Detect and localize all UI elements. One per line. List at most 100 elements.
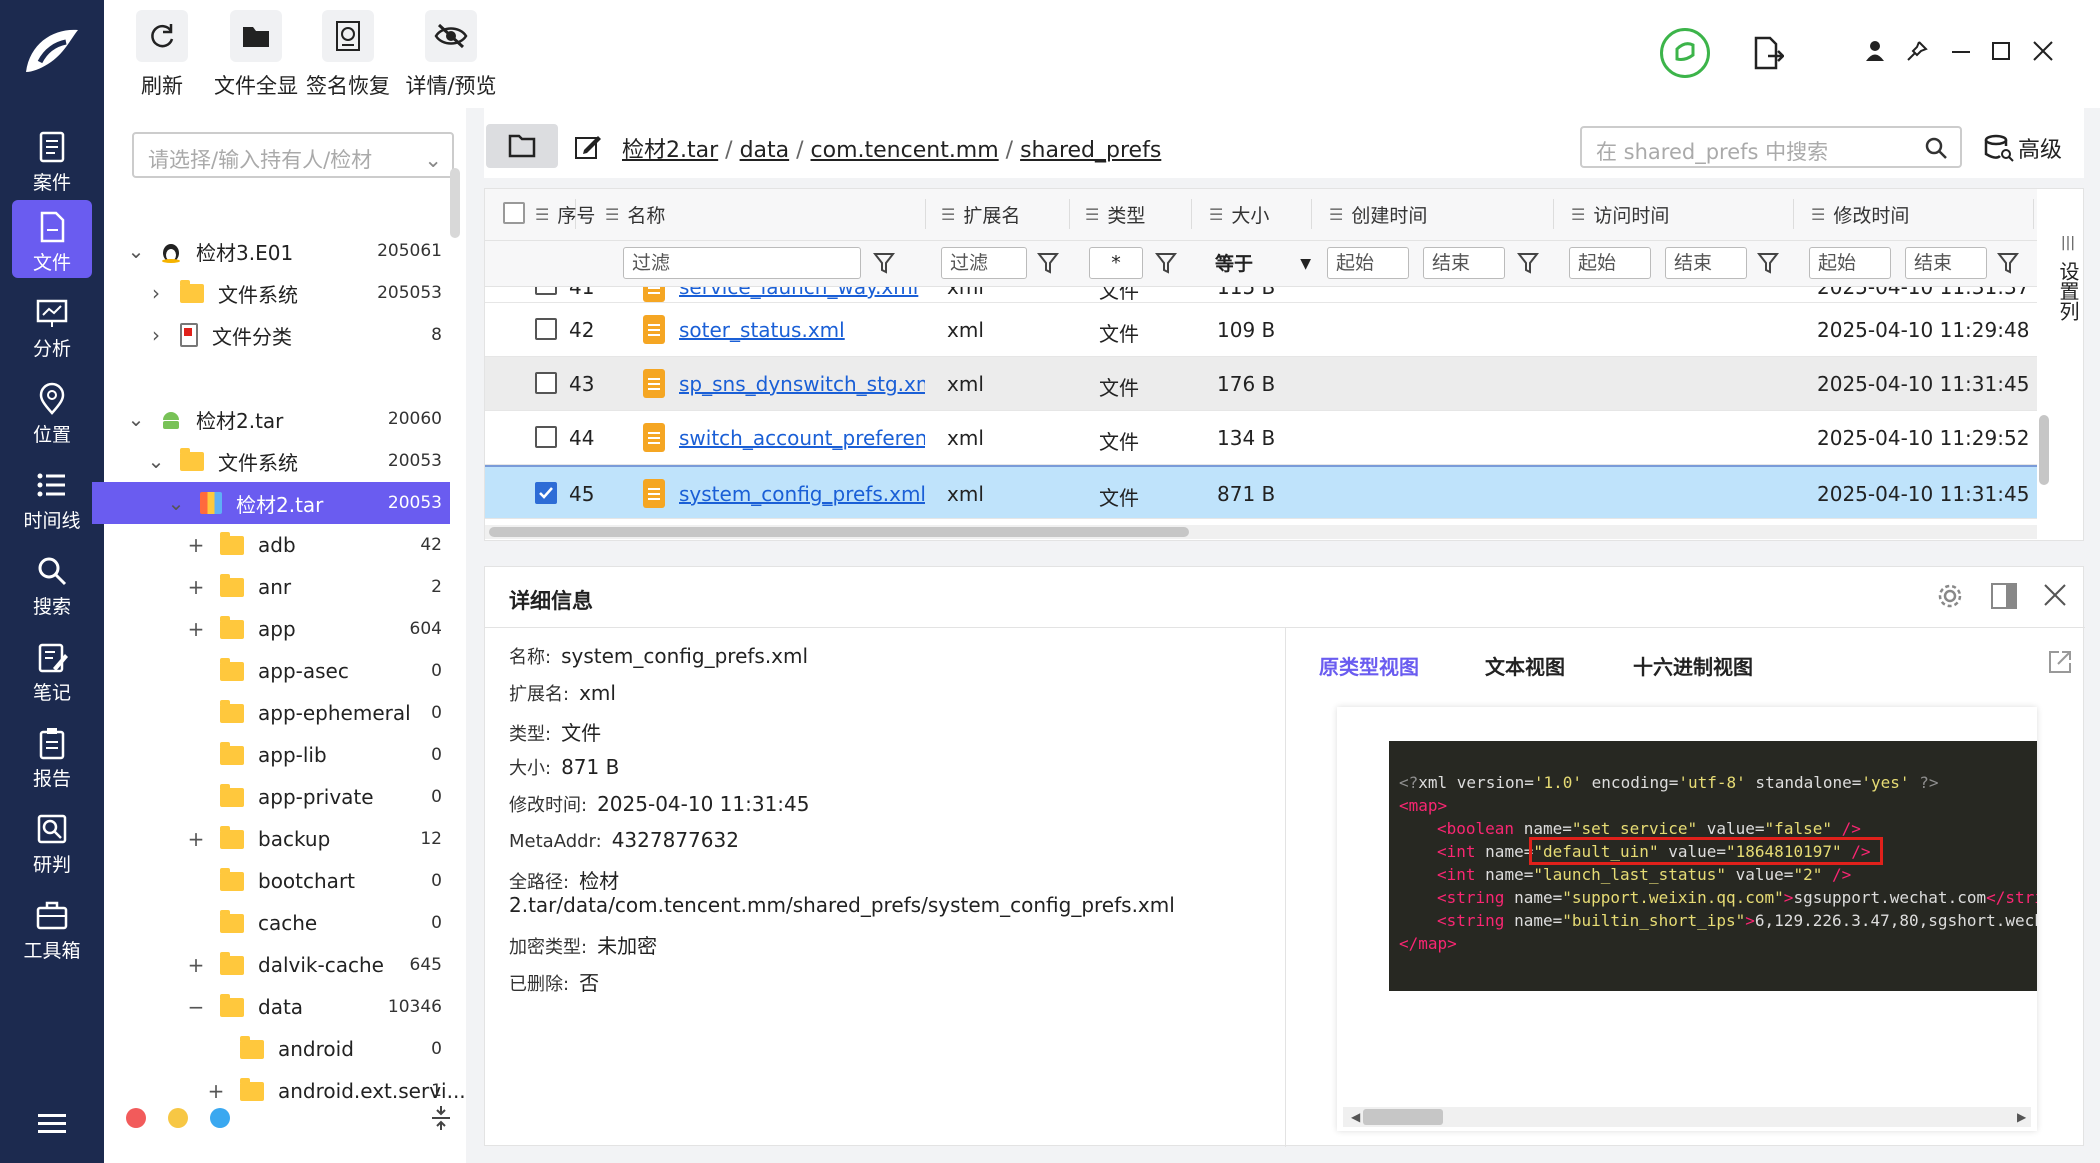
column-filter-input[interactable]: * [1089,247,1143,279]
row-filename[interactable]: soter_status.xml [679,318,925,342]
grid-hscroll-thumb[interactable] [489,527,1189,537]
nav-item-file[interactable]: 文件 [12,200,92,278]
column-divider[interactable] [1311,199,1312,229]
column-filter-input[interactable]: 起始 [1809,247,1891,279]
tree-node[interactable]: + app 604 [104,608,450,650]
filter-funnel-icon[interactable] [1155,251,1177,275]
tree-node[interactable]: › 文件分类 8 [104,314,450,356]
column-header-mtime[interactable]: ☰ 修改时间 [1811,189,1909,239]
row-checkbox[interactable] [535,287,557,295]
breadcrumb-segment[interactable]: data [740,138,790,163]
grid-vscroll-thumb[interactable] [2039,415,2049,485]
row-filename[interactable]: service_launch_way.xml [679,287,918,299]
close-panel-icon[interactable] [2043,583,2067,607]
tree-node[interactable]: − data 10346 [104,986,450,1028]
tree-node[interactable]: ⌄ 检材2.tar 20060 [104,398,450,440]
table-row[interactable]: 41 service_launch_way.xml xml 文件 115 B 2… [485,287,2037,303]
row-checkbox[interactable] [535,318,557,340]
column-divider[interactable] [1069,199,1070,229]
expand-plus-icon[interactable]: + [184,533,208,557]
column-header-size[interactable]: ☰ 大小 [1209,189,1269,239]
column-filter-input[interactable]: 结束 [1665,247,1747,279]
table-row[interactable]: 45 system_config_prefs.xml xml 文件 871 B 2025-… [485,465,2037,519]
chevron-down-icon[interactable]: ⌄ [164,491,188,515]
filter-funnel-icon[interactable] [1997,251,2019,275]
nav-item-notes[interactable]: 笔记 [12,630,92,708]
tab-text-view[interactable]: 文本视图 [1485,651,1565,680]
yellow-dot-icon[interactable] [168,1108,188,1128]
tree-node[interactable]: ⌄ 检材3.E01 205061 [104,230,450,272]
filter-funnel-icon[interactable] [1757,251,1779,275]
table-row[interactable]: 43 sp_sns_dynswitch_stg.xml xml 文件 176 B 2025… [485,357,2037,411]
preview-hscroll-thumb[interactable] [1363,1109,1443,1125]
filter-funnel-icon[interactable] [1517,251,1539,275]
column-header-atime[interactable]: ☰ 访问时间 [1571,189,1669,239]
select-all-checkbox[interactable] [503,202,525,224]
filter-funnel-icon[interactable] [873,251,895,275]
maximize-icon[interactable] [1992,42,2010,60]
tree-node[interactable]: android 0 [104,1028,450,1070]
column-filter-input[interactable]: 过滤 [941,247,1027,279]
tree-node[interactable]: cache 0 [104,902,450,944]
column-divider[interactable] [1793,199,1794,229]
open-external-icon[interactable] [2047,649,2073,675]
column-filter-input[interactable]: 过滤 [623,247,861,279]
tab-hex-view[interactable]: 十六进制视图 [1633,651,1753,680]
expand-plus-icon[interactable]: + [184,953,208,977]
tree-node[interactable]: + backup 12 [104,818,450,860]
split-view-icon[interactable] [1991,583,2017,609]
row-checkbox[interactable] [535,482,557,504]
nav-item-toolbox[interactable]: 工具箱 [12,888,92,966]
column-divider[interactable] [2033,199,2034,229]
column-header-type[interactable]: ☰ 类型 [1085,189,1145,239]
tree-node[interactable]: app-private 0 [104,776,450,818]
column-header-ext[interactable]: ☰ 扩展名 [941,189,1020,239]
chevron-down-icon[interactable]: ⌄ [144,449,168,473]
tree-node[interactable]: + adb 42 [104,524,450,566]
nav-item-judge[interactable]: 研判 [12,802,92,880]
tree-node[interactable]: ⌄ 文件系统 20053 [104,440,450,482]
close-window-icon[interactable] [2032,40,2054,62]
nav-item-location[interactable]: 位置 [12,372,92,450]
collapse-minus-icon[interactable]: − [184,995,208,1019]
row-filename[interactable]: system_config_prefs.xml [679,482,925,506]
detail-preview-button[interactable]: 详情/预览 [396,10,506,100]
chevron-down-icon[interactable]: ⌄ [124,407,148,431]
show-all-files-button[interactable]: 文件全显 [210,10,302,100]
pin-icon[interactable] [1906,40,1928,62]
settings-columns-button[interactable]: ||| 设置列 [2053,229,2083,529]
nav-item-case[interactable]: 案件 [12,120,92,198]
row-filename[interactable]: switch_account_preferences.xml [679,426,925,450]
tree-node[interactable]: + anr 2 [104,566,450,608]
column-divider[interactable] [1553,199,1554,229]
expand-plus-icon[interactable]: + [204,1079,228,1103]
tree-node[interactable]: app-asec 0 [104,650,450,692]
nav-item-report[interactable]: 报告 [12,716,92,794]
nav-item-analysis[interactable]: 分析 [12,286,92,364]
chevron-right-icon[interactable]: › [144,281,168,305]
chevron-right-icon[interactable]: › [144,323,168,347]
refresh-button[interactable]: 刷新 [116,10,208,100]
open-folder-button[interactable] [486,124,558,168]
column-header-ctime[interactable]: ☰ 创建时间 [1329,189,1427,239]
gear-icon[interactable] [1937,583,1963,609]
nav-item-search[interactable]: 搜索 [12,544,92,622]
tree-node[interactable]: ⌄ 检材2.tar 20053 [92,482,450,524]
expand-plus-icon[interactable]: + [184,827,208,851]
row-checkbox[interactable] [535,372,557,394]
table-row[interactable]: 42 soter_status.xml xml 文件 109 B 2025-04-10 1… [485,303,2037,357]
tree-node[interactable]: + dalvik-cache 645 [104,944,450,986]
user-icon[interactable] [1864,40,1886,62]
tree-node[interactable]: app-lib 0 [104,734,450,776]
column-divider[interactable] [1191,199,1192,229]
tree-node[interactable]: bootchart 0 [104,860,450,902]
advanced-search-button[interactable]: 高级 [1984,132,2062,164]
signature-recover-button[interactable]: 签名恢复 [302,10,394,100]
tree-node[interactable]: › 文件系统 205053 [104,272,450,314]
menu-icon[interactable] [38,1114,66,1134]
edit-path-icon[interactable] [574,132,602,160]
nav-item-timeline[interactable]: 时间线 [12,458,92,536]
column-filter-input[interactable]: 结束 [1905,247,1987,279]
breadcrumb-segment[interactable]: shared_prefs [1020,138,1161,163]
chevron-down-icon[interactable]: ⌄ [124,239,148,263]
